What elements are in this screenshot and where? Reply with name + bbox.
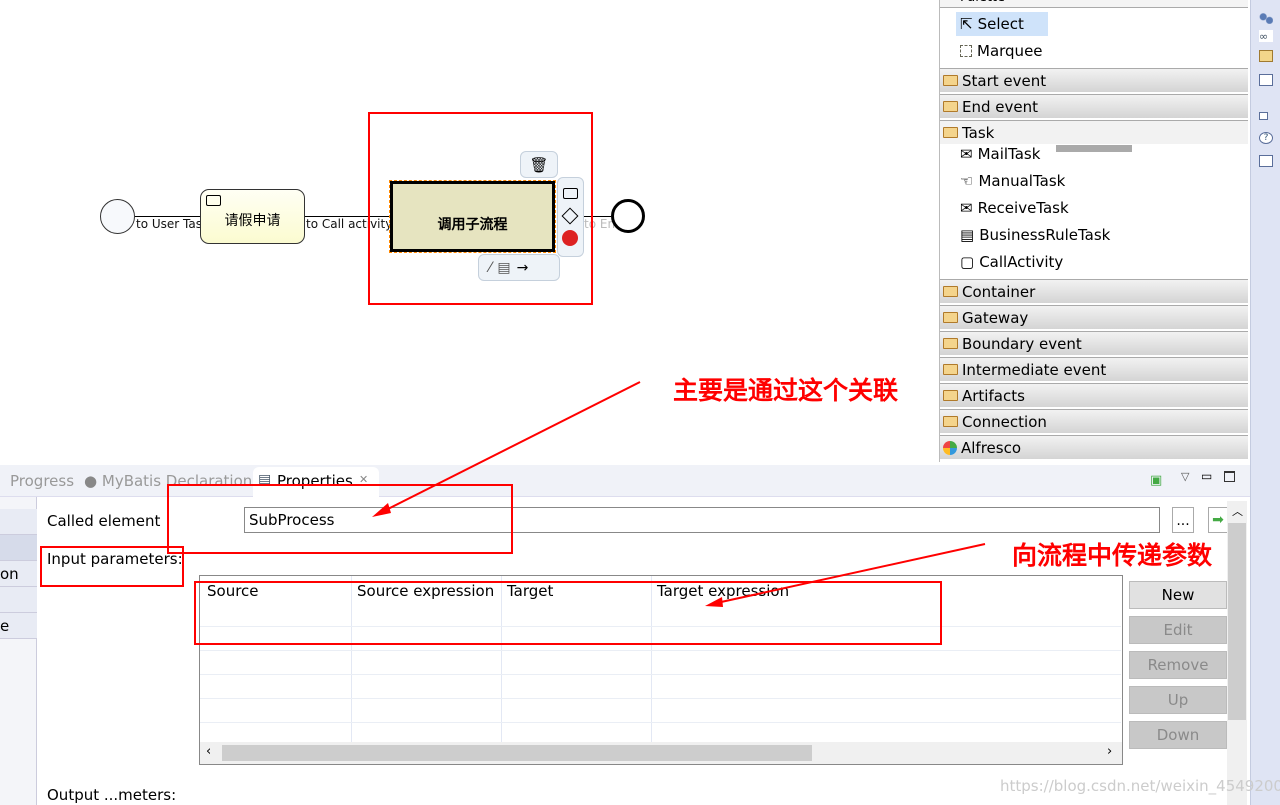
annotation-main-link: 主要是通过这个关联 <box>673 376 899 405</box>
arrowhead <box>372 503 391 517</box>
arrowhead <box>705 597 723 607</box>
arrow <box>711 543 986 605</box>
highlight-box <box>40 546 184 587</box>
arrow <box>377 381 641 515</box>
highlight-box <box>194 581 942 645</box>
highlight-box <box>167 484 513 554</box>
highlight-box <box>368 112 593 305</box>
annotation-pass-params: 向流程中传递参数 <box>1012 541 1213 570</box>
annotation-overlay <box>40 112 986 645</box>
